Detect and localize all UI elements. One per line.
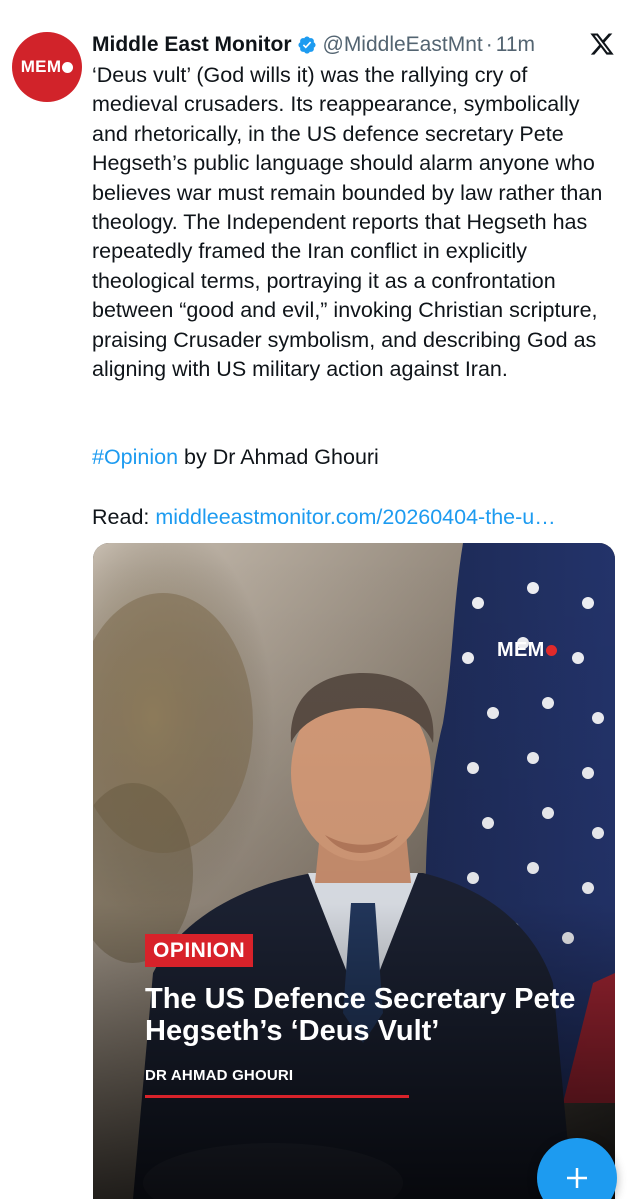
media-logo: MEM	[497, 639, 557, 662]
verified-badge-icon	[297, 35, 317, 55]
media-byline: DR AHMAD GHOURI	[145, 1067, 294, 1084]
byline-divider	[145, 1095, 409, 1098]
tweet-text: ‘Deus vult’ (God wills it) was the rally…	[92, 63, 603, 382]
media-logo-dot-icon	[545, 645, 557, 656]
read-line: Read: middleeastmonitor.com/20260404-the…	[92, 503, 622, 532]
tweet-timestamp[interactable]: 11m	[496, 33, 535, 57]
logo-dot-icon	[62, 61, 74, 73]
plus-icon	[567, 1168, 587, 1188]
tweet-header: Middle East Monitor @MiddleEastMnt · 11m	[92, 30, 612, 60]
author-display-name[interactable]: Middle East Monitor	[92, 33, 292, 57]
hashtag-link[interactable]: #Opinion	[92, 445, 178, 469]
header-separator: ·	[485, 33, 493, 56]
avatar-logo-text: MEM	[20, 57, 62, 76]
memo-logo: MEM	[21, 57, 74, 77]
author-credit: by Dr Ahmad Ghouri	[178, 445, 379, 469]
x-logo-icon[interactable]	[588, 31, 616, 57]
read-label: Read:	[92, 505, 156, 529]
author-handle[interactable]: @MiddleEastMnt	[323, 33, 483, 57]
media-logo-text: MEM	[497, 639, 545, 661]
media-headline: The US Defence Secretary Pete Hegseth’s …	[145, 983, 576, 1047]
opinion-badge: OPINION	[145, 934, 254, 967]
article-link[interactable]: middleeastmonitor.com/20260404-the-u…	[155, 505, 555, 529]
tweet-view: MEM Middle East Monitor @MiddleEastMnt ·…	[0, 0, 630, 1199]
hashtag-line: #Opinion by Dr Ahmad Ghouri	[92, 443, 379, 472]
author-avatar[interactable]: MEM	[12, 32, 82, 102]
tweet-body: ‘Deus vult’ (God wills it) was the rally…	[92, 61, 617, 384]
media-card[interactable]: MEM OPINION The US Defence Secretary Pet…	[93, 543, 615, 1199]
